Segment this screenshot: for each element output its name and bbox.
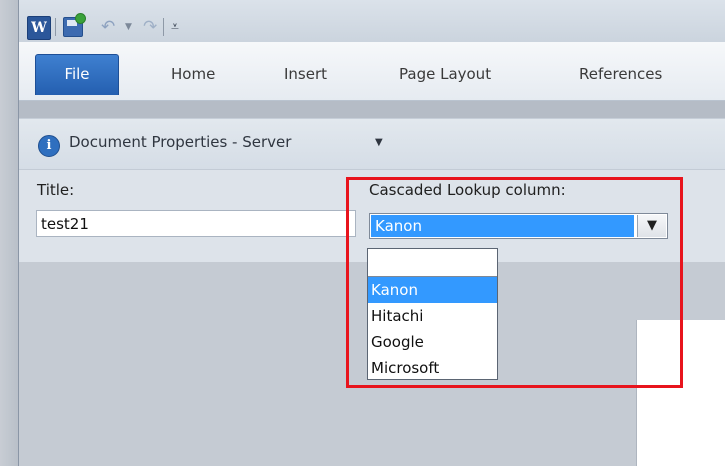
dropdown-option-hitachi[interactable]: Hitachi	[368, 303, 497, 329]
toolbar-separator	[55, 18, 56, 36]
dropdown-option-empty[interactable]	[368, 249, 497, 277]
panel-title[interactable]: Document Properties - Server	[69, 133, 291, 151]
undo-dropdown-icon[interactable]: ▼	[125, 16, 132, 38]
window-left-border	[0, 0, 19, 466]
customize-toolbar-icon[interactable]: ⩡	[171, 16, 179, 38]
title-label: Title:	[37, 181, 75, 199]
tab-references[interactable]: References	[579, 60, 662, 88]
title-field[interactable]	[36, 210, 356, 237]
select-value[interactable]: Kanon	[371, 215, 634, 237]
word-app-icon[interactable]: W	[27, 16, 51, 40]
tab-insert[interactable]: Insert	[284, 60, 327, 88]
document-properties-panel: i Document Properties - Server ▼ Title: …	[19, 118, 725, 263]
dropdown-option-kanon[interactable]: Kanon	[368, 277, 497, 303]
undo-icon[interactable]: ↶	[101, 16, 115, 38]
cascaded-lookup-label: Cascaded Lookup column:	[369, 181, 566, 199]
tab-file[interactable]: File	[35, 54, 119, 95]
document-page[interactable]	[636, 320, 725, 466]
redo-icon[interactable]: ↷	[143, 16, 157, 38]
dropdown-option-microsoft[interactable]: Microsoft	[368, 355, 497, 381]
dropdown-option-google[interactable]: Google	[368, 329, 497, 355]
quick-access-toolbar: W ↶ ▼ ↷ ⩡	[19, 0, 725, 42]
dropdown-arrow-icon[interactable]: ▼	[637, 215, 666, 237]
cascaded-lookup-select[interactable]: Kanon ▼	[369, 213, 668, 239]
tab-home[interactable]: Home	[171, 60, 215, 88]
tab-page-layout[interactable]: Page Layout	[399, 60, 491, 88]
save-badge-icon	[75, 13, 86, 24]
ribbon-tab-row: File Home Insert Page Layout References	[19, 42, 725, 101]
info-icon: i	[38, 135, 60, 157]
dropdown-options-list: Kanon Hitachi Google Microsoft	[367, 248, 498, 380]
chevron-down-icon[interactable]: ▼	[375, 137, 383, 148]
panel-header[interactable]: i Document Properties - Server ▼	[19, 119, 725, 170]
word-window: W ↶ ▼ ↷ ⩡ File Home Insert Page Layout R…	[0, 0, 725, 466]
toolbar-separator	[163, 18, 164, 36]
